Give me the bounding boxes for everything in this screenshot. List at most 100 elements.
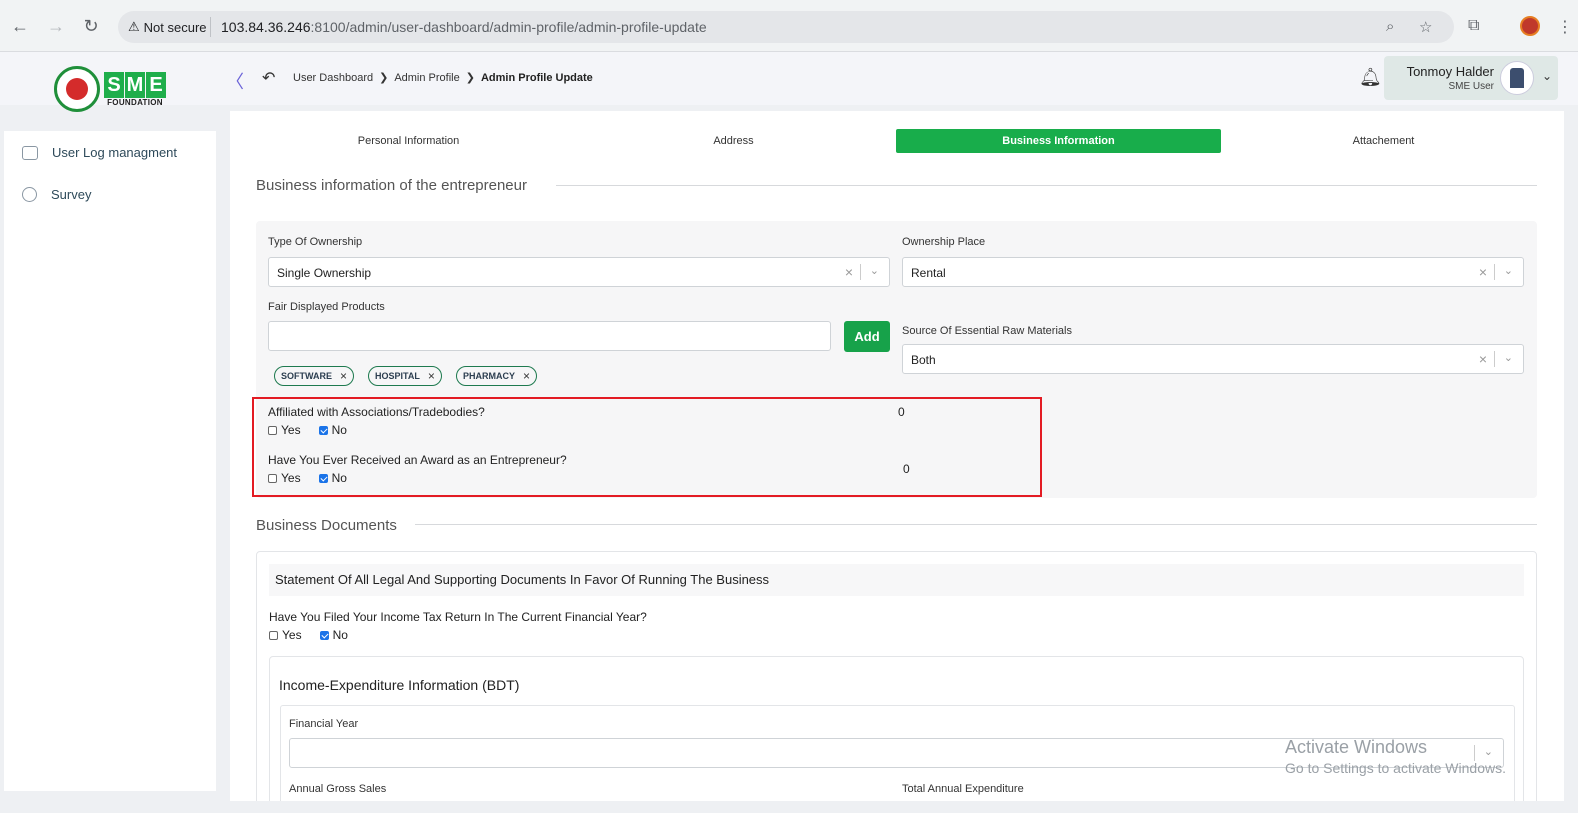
product-chip: SOFTWARE × bbox=[274, 366, 355, 386]
yes-label: Yes bbox=[282, 628, 302, 642]
sidebar-item-survey[interactable]: Survey bbox=[22, 187, 91, 202]
select-divider bbox=[860, 264, 861, 280]
user-menu[interactable]: Tonmoy Halder SME User ⌄ bbox=[1384, 56, 1558, 100]
fair-products-input[interactable] bbox=[268, 321, 831, 351]
omnibox-separator bbox=[210, 17, 211, 37]
section-divider bbox=[415, 524, 1537, 525]
log-icon bbox=[22, 145, 38, 160]
avatar bbox=[1500, 61, 1534, 95]
select-divider bbox=[1494, 351, 1495, 367]
forward-arrow-icon[interactable]: → bbox=[46, 16, 66, 36]
tab-address[interactable]: Address bbox=[571, 129, 896, 153]
documents-section-title: Business Documents bbox=[256, 517, 397, 534]
no-label: No bbox=[332, 628, 348, 642]
close-icon[interactable]: × bbox=[523, 367, 530, 385]
close-icon[interactable]: × bbox=[340, 367, 347, 385]
security-indicator[interactable]: ⚠ Not secure bbox=[128, 19, 207, 35]
browser-menu-icon[interactable]: ⋮ bbox=[1557, 17, 1573, 37]
windows-activation-watermark: Activate Windows Go to Settings to activ… bbox=[1285, 737, 1506, 776]
clear-icon[interactable]: × bbox=[1479, 264, 1487, 280]
logo-subtitle: FOUNDATION bbox=[107, 97, 163, 107]
sme-logo[interactable]: S M E FOUNDATION bbox=[54, 66, 166, 112]
logo-letter-s: S bbox=[104, 71, 124, 98]
sidebar-item-user-log[interactable]: User Log managment bbox=[22, 145, 177, 160]
sidebar: User Log managment Survey bbox=[4, 131, 216, 791]
income-expenditure-panel: Income-Expenditure Information (BDT) Fin… bbox=[269, 656, 1524, 801]
chevron-down-icon[interactable]: ⌄ bbox=[1504, 264, 1513, 277]
total-expenditure-label: Total Annual Expenditure bbox=[902, 783, 1024, 795]
close-icon[interactable]: × bbox=[428, 367, 435, 385]
ownership-type-label: Type Of Ownership bbox=[268, 236, 363, 248]
breadcrumb-current: Admin Profile Update bbox=[480, 71, 593, 84]
tax-no-checkbox[interactable] bbox=[319, 630, 329, 640]
financial-year-label: Financial Year bbox=[289, 718, 359, 730]
sidebar-collapse-icon[interactable]: 〈 bbox=[226, 68, 244, 94]
zoom-icon[interactable]: ⌕ bbox=[1386, 18, 1394, 35]
ownership-type-select[interactable]: Single Ownership × ⌄ bbox=[268, 257, 890, 287]
chip-label: SOFTWARE bbox=[281, 371, 332, 381]
product-chip: PHARMACY × bbox=[456, 366, 538, 386]
user-role: SME User bbox=[1448, 81, 1494, 92]
sidebar-item-label: User Log managment bbox=[52, 145, 178, 160]
url-host: 103.84.36.246 bbox=[221, 19, 311, 35]
income-expenditure-title: Income-Expenditure Information (BDT) bbox=[279, 677, 520, 693]
add-product-button[interactable]: Add bbox=[844, 321, 890, 352]
tax-yes-checkbox[interactable] bbox=[269, 630, 278, 640]
chevron-right-icon: ❯ bbox=[465, 72, 475, 84]
select-divider bbox=[1494, 264, 1495, 280]
tab-personal-information[interactable]: Personal Information bbox=[246, 129, 571, 153]
address-bar[interactable]: ⚠ Not secure 103.84.36.246:8100/admin/us… bbox=[118, 11, 1454, 43]
clear-icon[interactable]: × bbox=[1479, 351, 1487, 367]
browser-toolbar: ← → ↻ ⚠ Not secure 103.84.36.246:8100/ad… bbox=[0, 0, 1578, 52]
statement-title: Statement Of All Legal And Supporting Do… bbox=[269, 564, 1524, 596]
chevron-right-icon: ❯ bbox=[379, 72, 389, 84]
profile-tabs: Personal Information Address Business In… bbox=[246, 129, 1546, 153]
chevron-down-icon[interactable]: ⌄ bbox=[1542, 69, 1552, 83]
raw-materials-label: Source Of Essential Raw Materials bbox=[902, 325, 1072, 337]
fair-products-label: Fair Displayed Products bbox=[268, 301, 385, 313]
extensions-icon[interactable]: ⧉ bbox=[1468, 17, 1479, 35]
ownership-place-value: Rental bbox=[911, 266, 946, 280]
clear-icon[interactable]: × bbox=[845, 264, 853, 280]
business-section-title: Business information of the entrepreneur bbox=[256, 177, 527, 194]
raw-materials-value: Both bbox=[911, 353, 936, 367]
back-icon[interactable]: ↶ bbox=[262, 68, 275, 88]
breadcrumb-admin-profile[interactable]: Admin Profile bbox=[394, 72, 459, 84]
chevron-down-icon[interactable]: ⌄ bbox=[870, 264, 879, 277]
notification-bell-icon[interactable]: 🔔︎ bbox=[1359, 67, 1382, 88]
app-header: S M E FOUNDATION 〈 ↶ User Dashboard ❯ Ad… bbox=[0, 52, 1578, 112]
tax-return-options: Yes No bbox=[269, 628, 362, 642]
sidebar-item-label: Survey bbox=[51, 187, 92, 202]
browser-profile-avatar[interactable] bbox=[1520, 16, 1540, 36]
tax-return-question: Have You Filed Your Income Tax Return In… bbox=[269, 610, 647, 624]
product-chip: HOSPITAL × bbox=[368, 366, 442, 386]
annual-sales-label: Annual Gross Sales bbox=[289, 783, 387, 795]
chip-label: PHARMACY bbox=[463, 371, 516, 381]
ownership-place-label: Ownership Place bbox=[902, 236, 986, 248]
url-path: :8100/admin/user-dashboard/admin-profile… bbox=[310, 19, 707, 35]
breadcrumb: User Dashboard ❯ Admin Profile ❯ Admin P… bbox=[293, 71, 593, 85]
tab-attachement[interactable]: Attachement bbox=[1221, 129, 1546, 153]
back-arrow-icon[interactable]: ← bbox=[10, 16, 30, 36]
reload-icon[interactable]: ↻ bbox=[81, 16, 101, 36]
warning-icon: ⚠ bbox=[128, 19, 140, 34]
breadcrumb-user-dashboard[interactable]: User Dashboard bbox=[293, 72, 373, 84]
pie-chart-icon bbox=[22, 187, 37, 202]
main-content: Personal Information Address Business In… bbox=[230, 111, 1564, 801]
government-seal-icon bbox=[54, 66, 100, 112]
tab-business-information[interactable]: Business Information bbox=[896, 129, 1221, 153]
section-divider bbox=[556, 185, 1537, 186]
ownership-type-value: Single Ownership bbox=[277, 266, 372, 280]
user-name: Tonmoy Halder bbox=[1406, 64, 1494, 79]
highlight-box bbox=[252, 397, 1042, 497]
chevron-down-icon[interactable]: ⌄ bbox=[1504, 351, 1513, 364]
logo-letter-m: M bbox=[125, 71, 145, 98]
chip-label: HOSPITAL bbox=[375, 371, 420, 381]
ownership-place-select[interactable]: Rental × ⌄ bbox=[902, 257, 1524, 287]
bookmark-star-icon[interactable]: ☆ bbox=[1419, 18, 1432, 36]
raw-materials-select[interactable]: Both × ⌄ bbox=[902, 344, 1524, 374]
watermark-line1: Activate Windows bbox=[1285, 737, 1428, 757]
url-text[interactable]: 103.84.36.246:8100/admin/user-dashboard/… bbox=[221, 19, 707, 35]
logo-letter-e: E bbox=[146, 71, 166, 98]
watermark-line2: Go to Settings to activate Windows. bbox=[1285, 760, 1506, 776]
